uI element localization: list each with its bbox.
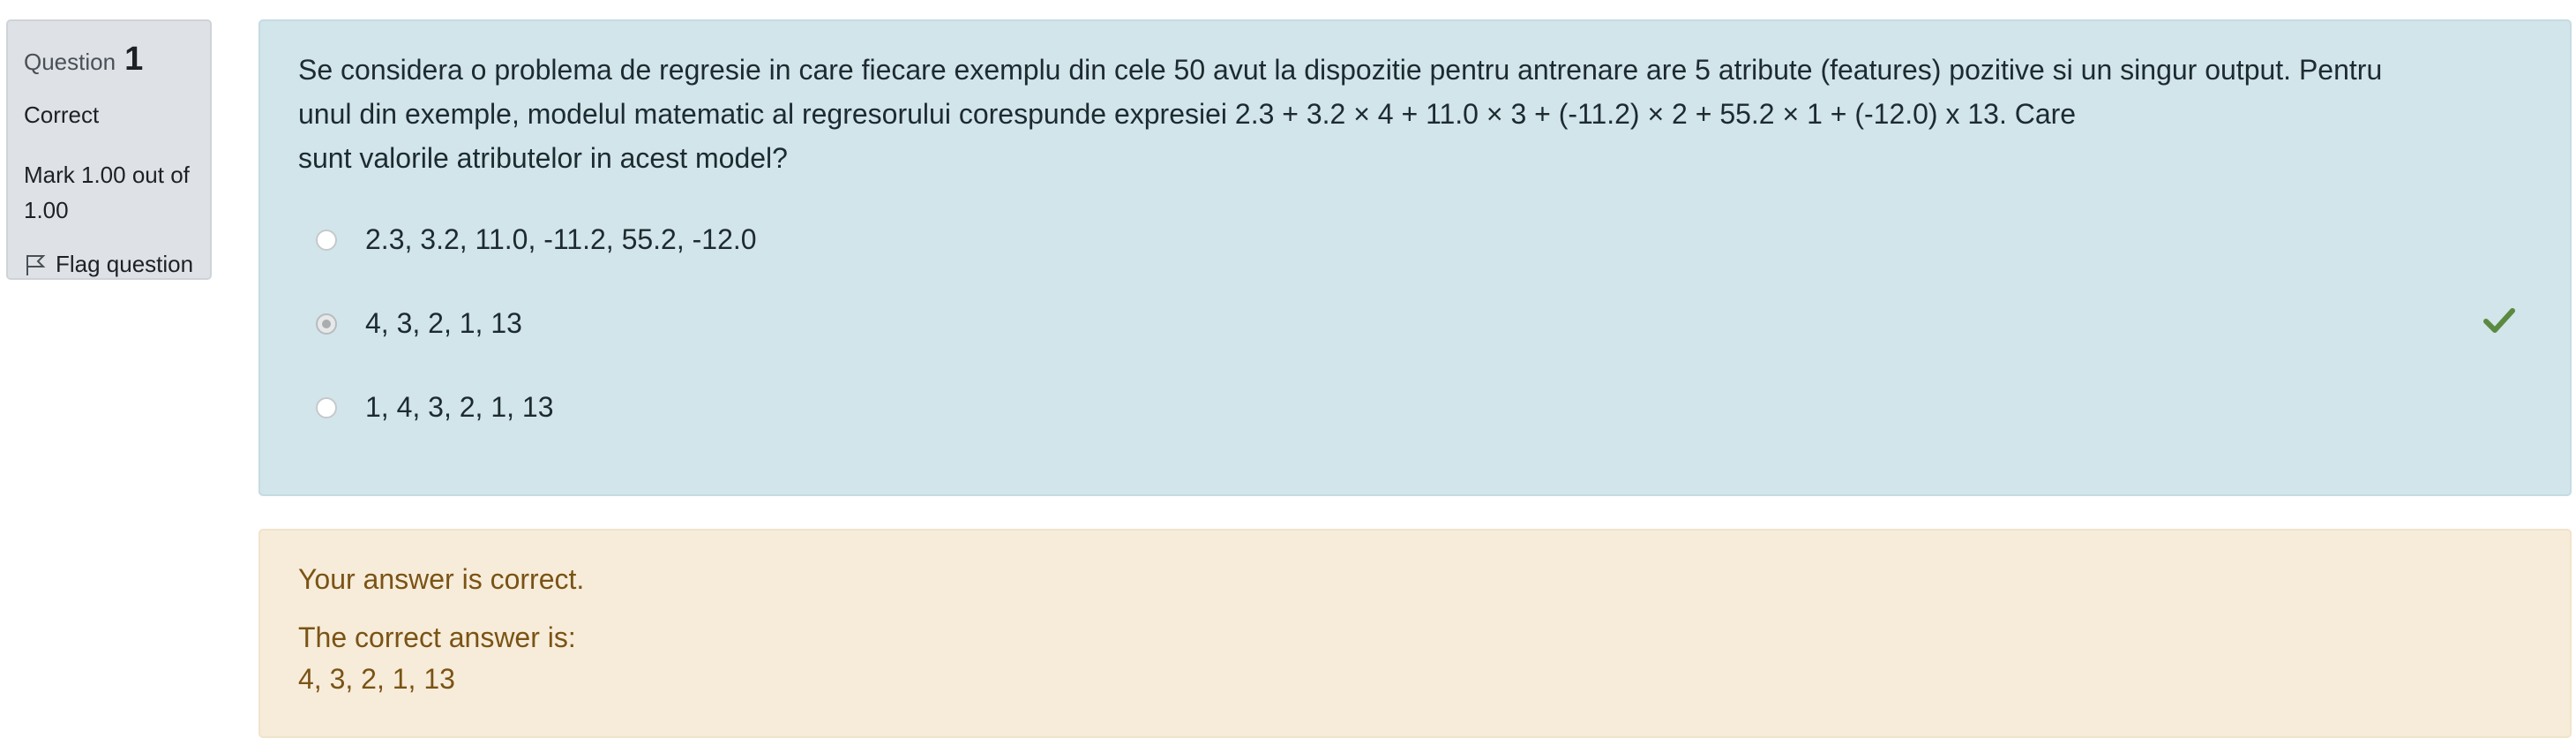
grade-line-2: 1.00 (24, 197, 69, 223)
flag-icon (24, 252, 47, 277)
question-label: Question (24, 49, 116, 75)
question-state: Correct (24, 102, 100, 128)
question-text-line-1: Se considera o problema de regresie in c… (298, 54, 2383, 86)
answer-option-3[interactable]: 1, 4, 3, 2, 1, 13 (298, 365, 2533, 449)
right-answer-label: The correct answer is: (298, 621, 576, 653)
question-number-value: 1 (124, 41, 144, 78)
feedback-panel: Your answer is correct. The correct answ… (258, 529, 2572, 738)
question-content: Se considera o problema de regresie in c… (258, 19, 2572, 496)
right-answer-value: 4, 3, 2, 1, 13 (298, 663, 455, 695)
check-icon (2483, 306, 2515, 335)
question-grade: Mark 1.00 out of 1.00 (24, 157, 194, 228)
flag-question-label: Flag question (56, 251, 194, 277)
answer-option-2[interactable]: 4, 3, 2, 1, 13 (298, 282, 2533, 365)
general-feedback: Your answer is correct. (298, 563, 585, 595)
question-number: Question 1 (24, 41, 194, 79)
question-info-panel: Question 1 Correct Mark 1.00 out of 1.00… (6, 19, 212, 280)
answer-radio-1[interactable] (316, 229, 337, 251)
question-text-line-3: sunt valorile atributelor in acest model… (298, 142, 788, 174)
flag-question-button[interactable]: Flag question (24, 251, 194, 278)
answer-label-3: 1, 4, 3, 2, 1, 13 (365, 391, 554, 423)
answer-radio-3[interactable] (316, 396, 337, 418)
answer-label-1: 2.3, 3.2, 11.0, -11.2, 55.2, -12.0 (365, 223, 757, 255)
question-text-line-2: unul din exemple, modelul matematic al r… (298, 98, 2077, 130)
question-text: Se considera o problema de regresie in c… (298, 48, 2533, 180)
answer-radio-2[interactable] (316, 313, 337, 335)
answer-option-1[interactable]: 2.3, 3.2, 11.0, -11.2, 55.2, -12.0 (298, 198, 2533, 282)
answer-label-2: 4, 3, 2, 1, 13 (365, 307, 522, 339)
grade-line-1: Mark 1.00 out of (24, 162, 190, 188)
answer-options: 2.3, 3.2, 11.0, -11.2, 55.2, -12.0 4, 3,… (298, 198, 2533, 449)
